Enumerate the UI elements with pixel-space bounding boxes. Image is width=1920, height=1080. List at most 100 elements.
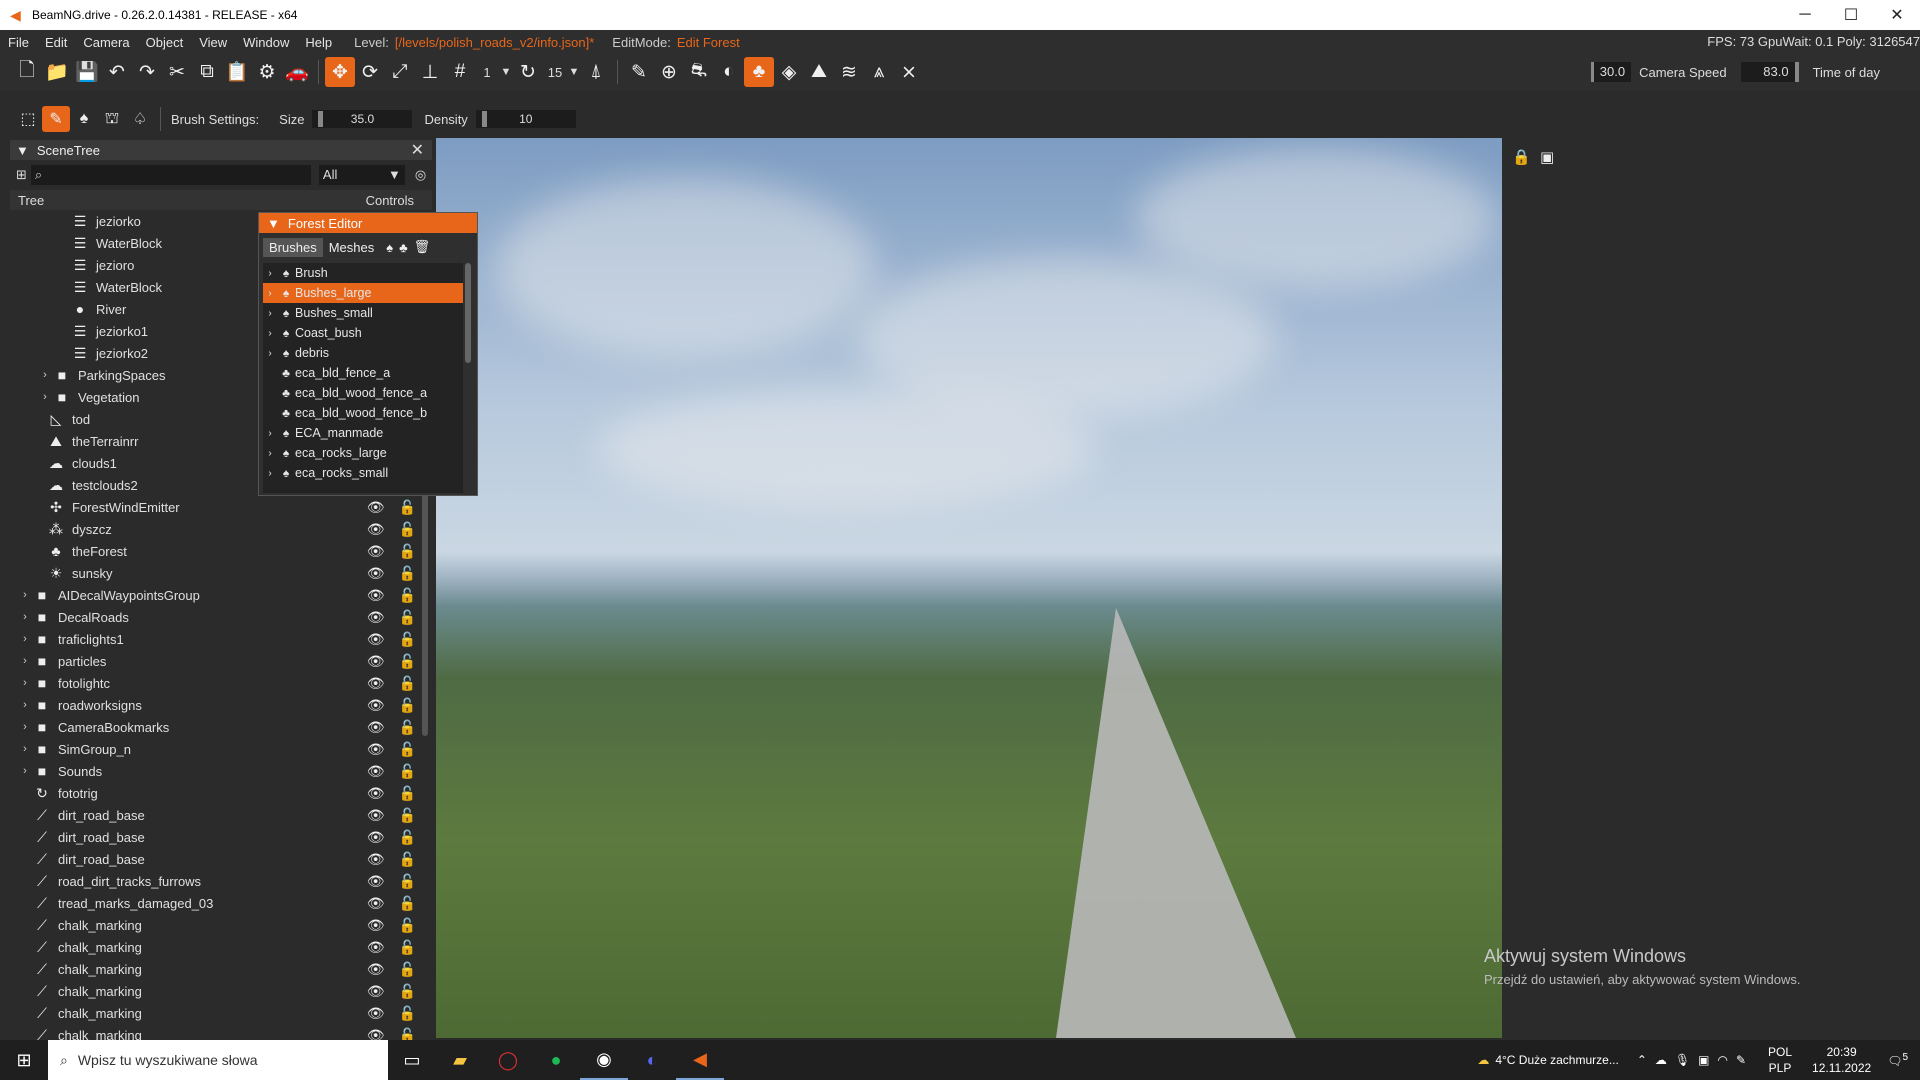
add-group-icon[interactable]: ⊞ xyxy=(16,167,27,183)
tree-row[interactable]: › ■ roadworksigns 👁 🔓 xyxy=(10,694,432,716)
tree-row[interactable]: ⟋ road_dirt_tracks_furrows 👁 🔓 xyxy=(10,870,432,892)
tree-row[interactable]: ⟋ chalk_marking 👁 🔓 xyxy=(10,958,432,980)
chevron-down-icon[interactable]: ▼ xyxy=(567,66,581,78)
visibility-eye-icon[interactable]: 👁 xyxy=(367,675,385,692)
expand-arrow-icon[interactable]: › xyxy=(18,721,32,733)
lock-icon[interactable]: 🔓 xyxy=(399,829,416,846)
rotation-snap-icon[interactable]: ↻ xyxy=(513,57,543,87)
decal-icon[interactable]: ◈ xyxy=(774,57,804,87)
tab-brushes[interactable]: Brushes xyxy=(263,237,323,257)
lock-icon[interactable]: 🔓 xyxy=(399,587,416,604)
tree-row[interactable]: › ■ traficlights1 👁 🔓 xyxy=(10,628,432,650)
forest-brush-item[interactable]: › ♠ Bushes_large xyxy=(263,283,463,303)
tree-row[interactable]: › ■ particles 👁 🔓 xyxy=(10,650,432,672)
visibility-eye-icon[interactable]: 👁 xyxy=(367,1027,385,1041)
tree-row[interactable]: ↻ fototrig 👁 🔓 xyxy=(10,782,432,804)
tree-row[interactable]: › ■ fotolightc 👁 🔓 xyxy=(10,672,432,694)
menu-camera[interactable]: Camera xyxy=(75,35,137,50)
terrain-icon[interactable]: ⛰ xyxy=(804,57,834,87)
taskbar-search-input[interactable]: ⌕ Wpisz tu wyszukiwane słowa xyxy=(48,1040,388,1080)
tree-row[interactable]: ⟋ chalk_marking 👁 🔓 xyxy=(10,1002,432,1024)
target-icon[interactable]: ◎ xyxy=(415,167,426,183)
task-view-icon[interactable]: ▭ xyxy=(388,1040,436,1080)
expand-arrow-icon[interactable]: › xyxy=(18,655,32,667)
expand-arrow-icon[interactable]: › xyxy=(38,391,52,403)
menu-view[interactable]: View xyxy=(191,35,235,50)
expand-arrow-icon[interactable]: › xyxy=(18,743,32,755)
visibility-eye-icon[interactable]: 👁 xyxy=(367,1005,385,1022)
brush-density-slider[interactable]: 10 xyxy=(475,110,576,128)
lock-icon[interactable]: 🔓 xyxy=(399,543,416,560)
menu-file[interactable]: File xyxy=(0,35,37,50)
visibility-eye-icon[interactable]: 👁 xyxy=(367,741,385,758)
windows-start-icon[interactable]: ⊞ xyxy=(0,1050,48,1071)
brush-size-slider[interactable]: 35.0 xyxy=(312,110,413,128)
spotify-icon[interactable]: ● xyxy=(532,1040,580,1080)
expand-arrow-icon[interactable]: › xyxy=(263,448,277,459)
tree-row[interactable]: ✣ ForestWindEmitter 👁 🔓 xyxy=(10,496,432,518)
maximize-button[interactable]: ☐ xyxy=(1828,0,1874,30)
expand-arrow-icon[interactable]: › xyxy=(18,677,32,689)
visibility-eye-icon[interactable]: 👁 xyxy=(367,961,385,978)
lock-icon[interactable]: 🔓 xyxy=(399,521,416,538)
notification-icon[interactable]: 🗨5 xyxy=(1887,1052,1908,1068)
wifi-icon[interactable]: ◠ xyxy=(1717,1053,1727,1067)
lock-icon[interactable]: 🔓 xyxy=(399,807,416,824)
display-icon[interactable]: ▣ xyxy=(1698,1053,1709,1067)
redo-icon[interactable]: ↷ xyxy=(132,57,162,87)
visibility-eye-icon[interactable]: 👁 xyxy=(367,719,385,736)
rotation-snap-value[interactable]: 15 xyxy=(543,65,567,80)
forest-brush-item[interactable]: › ♠ debris xyxy=(263,343,463,363)
undo-icon[interactable]: ↶ xyxy=(102,57,132,87)
3d-viewport[interactable] xyxy=(436,138,1502,1038)
tree-row[interactable]: › ■ Sounds 👁 🔓 xyxy=(10,760,432,782)
scene-tree-search-input[interactable]: ⌕ xyxy=(30,165,311,185)
forest-icon[interactable]: ♣ xyxy=(744,57,774,87)
close-button[interactable]: ✕ xyxy=(1874,0,1920,30)
camera-speed-value[interactable]: 83.0 xyxy=(1740,62,1799,82)
expand-arrow-icon[interactable]: › xyxy=(263,428,277,439)
network-icon[interactable]: ☁ xyxy=(1655,1053,1667,1067)
forest-brush-item[interactable]: ♣ eca_bld_fence_a xyxy=(263,363,463,383)
file-explorer-icon[interactable]: ▰ xyxy=(436,1040,484,1080)
opera-icon[interactable]: ◯ xyxy=(484,1040,532,1080)
lock-icon[interactable]: 🔓 xyxy=(399,565,416,582)
add-object-icon[interactable]: ⊕ xyxy=(654,57,684,87)
vehicle-icon[interactable]: 🚗 xyxy=(282,57,312,87)
lock-icon[interactable]: 🔓 xyxy=(399,961,416,978)
lock-icon[interactable]: 🔓 xyxy=(399,1005,416,1022)
copy-icon[interactable]: ⧉ xyxy=(192,57,222,87)
forest-list-scrollbar[interactable] xyxy=(465,263,471,363)
lock-icon[interactable]: 🔒 xyxy=(1512,148,1531,166)
lock-icon[interactable]: 🔓 xyxy=(399,785,416,802)
chevron-down-icon[interactable]: ▼ xyxy=(499,66,513,78)
forest-brush-item[interactable]: › ♠ Brush xyxy=(263,263,463,283)
lock-icon[interactable]: 🔓 xyxy=(399,917,416,934)
visibility-eye-icon[interactable]: 👁 xyxy=(367,829,385,846)
expand-arrow-icon[interactable]: › xyxy=(263,348,277,359)
keyboard-language[interactable]: POL PLP xyxy=(1768,1044,1792,1076)
lock-icon[interactable]: 🔓 xyxy=(399,719,416,736)
mesh-road-icon[interactable]: ≋ xyxy=(834,57,864,87)
menu-edit[interactable]: Edit xyxy=(37,35,75,50)
cut-icon[interactable]: ✂ xyxy=(162,57,192,87)
lock-icon[interactable]: 🔓 xyxy=(399,675,416,692)
tree-row[interactable]: ⟋ dirt_road_base 👁 🔓 xyxy=(10,826,432,848)
microphone-icon[interactable]: 🎙 xyxy=(1675,1053,1690,1067)
pen-icon[interactable]: ✎ xyxy=(1736,1053,1746,1067)
tree-row[interactable]: ⟋ dirt_road_base 👁 🔓 xyxy=(10,848,432,870)
expand-arrow-icon[interactable]: › xyxy=(263,288,277,299)
visibility-eye-icon[interactable]: 👁 xyxy=(367,763,385,780)
tree-row[interactable]: ⟋ chalk_marking 👁 🔓 xyxy=(10,936,432,958)
paste-icon[interactable]: 📋 xyxy=(222,57,252,87)
lock-icon[interactable]: 🔓 xyxy=(399,609,416,626)
settings-icon[interactable]: ⚙ xyxy=(252,57,282,87)
river-icon[interactable]: ◐ xyxy=(714,57,744,87)
tree-select-icon[interactable]: ⛫ xyxy=(98,106,126,132)
tree-row[interactable]: ⟋ tread_marks_damaged_03 👁 🔓 xyxy=(10,892,432,914)
visibility-eye-icon[interactable]: 👁 xyxy=(367,983,385,1000)
expand-arrow-icon[interactable]: › xyxy=(263,328,277,339)
save-icon[interactable]: 💾 xyxy=(72,57,102,87)
expand-arrow-icon[interactable]: › xyxy=(18,589,32,601)
minimize-button[interactable]: ─ xyxy=(1782,0,1828,30)
